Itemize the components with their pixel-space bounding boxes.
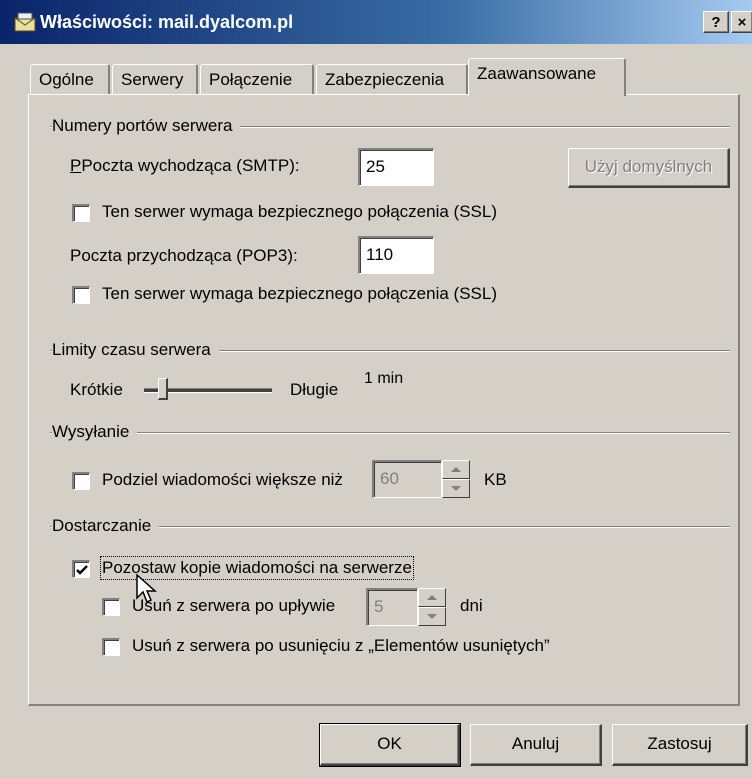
properties-dialog: Właściwości: mail.dyalcom.pl ? × Ogólne … (0, 0, 752, 778)
title-bar[interactable]: Właściwości: mail.dyalcom.pl ? × (0, 0, 752, 44)
apply-button[interactable]: Zastosuj (612, 724, 748, 766)
close-button[interactable]: × (731, 11, 752, 33)
tab-connection[interactable]: Połączenie (200, 64, 314, 94)
tab-general-label: Ogólne (39, 70, 94, 89)
ok-button[interactable]: OK (319, 723, 461, 767)
help-button[interactable]: ? (703, 11, 729, 33)
tab-servers-label: Serwery (121, 70, 184, 89)
tab-servers[interactable]: Serwery (112, 64, 198, 94)
arrow-cursor-icon (136, 574, 157, 604)
tab-connection-label: Połączenie (209, 70, 293, 89)
tab-security[interactable]: Zabezpieczenia (316, 64, 468, 94)
tab-advanced[interactable]: Zaawansowane (468, 58, 626, 96)
window-title: Właściwości: mail.dyalcom.pl (40, 12, 294, 32)
tab-advanced-label: Zaawansowane (477, 64, 597, 83)
tab-security-label: Zabezpieczenia (325, 70, 445, 89)
advanced-panel (28, 94, 740, 706)
mail-server-icon (14, 12, 36, 32)
tab-general[interactable]: Ogólne (30, 64, 110, 94)
cancel-button[interactable]: Anuluj (470, 724, 602, 766)
